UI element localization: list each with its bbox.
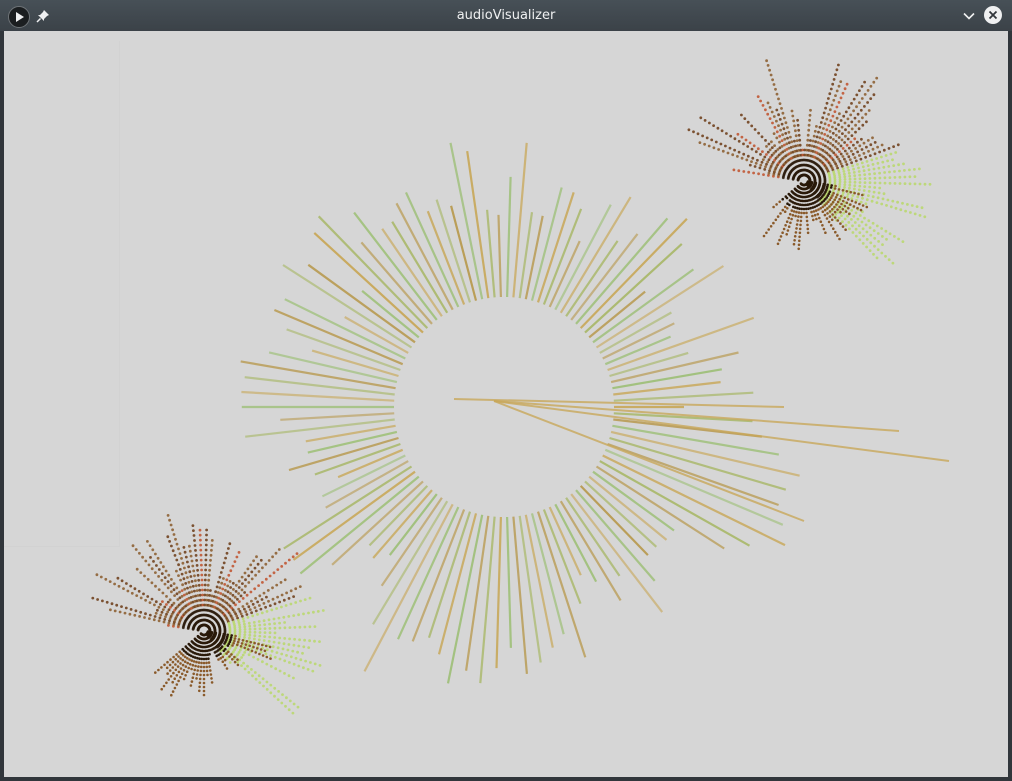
- spectrum-spike: [493, 400, 805, 522]
- spectrum-bar: [241, 390, 395, 402]
- spectrum-bar: [613, 381, 721, 396]
- spectrum-bar: [245, 418, 395, 438]
- spectrum-bar: [244, 376, 395, 396]
- spectrum-spike: [493, 400, 950, 462]
- title-bar[interactable]: audioVisualizer: [0, 0, 1012, 31]
- spectrum-bar: [368, 485, 429, 547]
- window-title: audioVisualizer: [456, 8, 556, 23]
- spectrum-bar: [607, 442, 779, 507]
- close-icon[interactable]: [984, 6, 1002, 24]
- spectrum-bar: [321, 454, 406, 498]
- spectrum-bar: [613, 391, 754, 402]
- spectrum-bar: [612, 424, 779, 456]
- visualizer-graphic: [91, 59, 950, 715]
- spectrum-bar: [372, 500, 449, 625]
- spectrum-bar: [280, 412, 395, 421]
- spectrum-bar: [506, 176, 512, 298]
- spectrum-bar: [506, 516, 512, 648]
- spectrum-bar: [497, 214, 502, 298]
- spectrum-bar: [512, 142, 528, 298]
- spectrum-bar: [240, 360, 396, 390]
- spectrum-bar: [524, 215, 544, 300]
- particle-burst-top-right: [687, 59, 932, 265]
- spectrum-bar: [479, 516, 496, 684]
- spectrum-bar: [286, 328, 401, 372]
- app-window: audioVisualizer: [0, 0, 1012, 781]
- spectrum-bar: [554, 503, 598, 583]
- spectrum-bar: [518, 212, 534, 299]
- spectrum-bar: [575, 217, 669, 325]
- spectrum-bar: [486, 209, 496, 298]
- visualizer-canvas[interactable]: [4, 31, 1008, 777]
- spectrum-ring: [240, 142, 950, 684]
- spectrum-bar: [313, 232, 424, 334]
- spectrum-bar: [512, 516, 528, 674]
- spectrum-bar: [427, 511, 472, 639]
- spectrum-bar: [495, 516, 502, 669]
- chevron-down-icon[interactable]: [960, 7, 978, 25]
- spectrum-bar: [344, 316, 409, 354]
- spectrum-bar: [602, 454, 786, 547]
